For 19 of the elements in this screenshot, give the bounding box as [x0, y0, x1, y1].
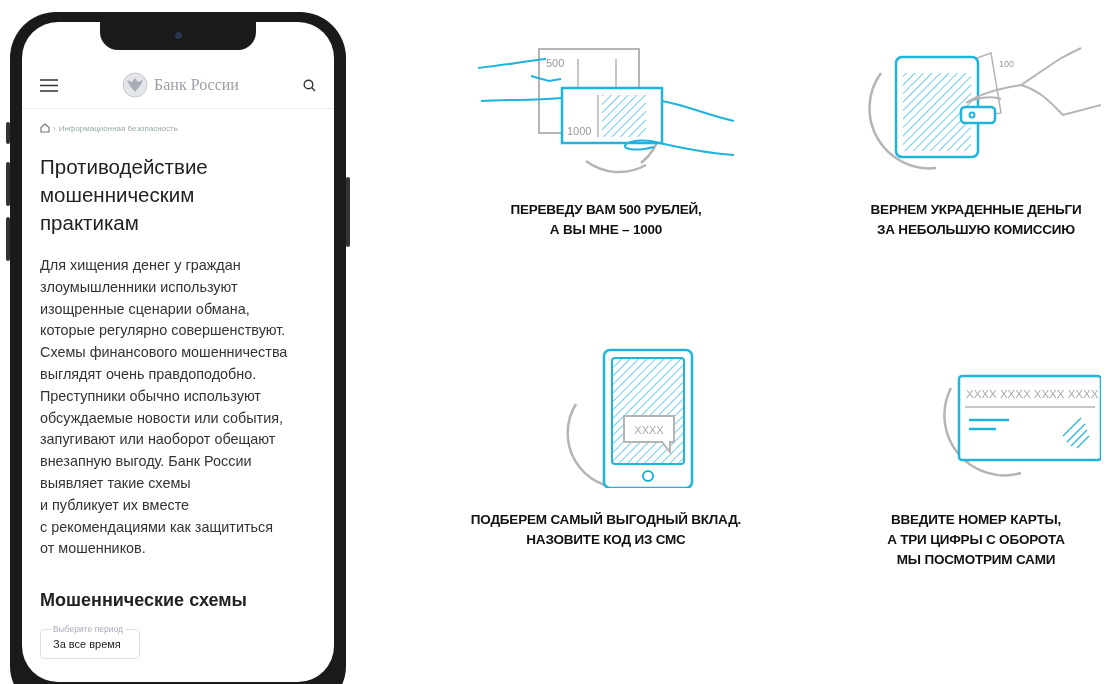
page-title: Противодействие мошенническим практикам: [40, 154, 209, 236]
scheme-caption: ВВЕДИТЕ НОМЕР КАРТЫ, А ТРИ ЦИФРЫ С ОБОРОТА МЫ ПОСМОТРИМ САМИ: [887, 511, 1065, 569]
section-title: Мошеннические схемы: [40, 590, 248, 612]
sms-code: XXXX: [634, 424, 664, 436]
logo-text: Банк России: [154, 76, 239, 94]
scheme-caption: ПЕРЕВЕДУ ВАМ 500 РУБЛЕЙ, А ВЫ МНЕ – 1000: [510, 201, 702, 239]
banknote-value: 100: [999, 59, 1015, 69]
scheme-caption: ПОДБЕРЕМ САМЫЙ ВЫГОДНЫЙ ВКЛАД. НАЗОВИТЕ КОД ИЗ СМС: [470, 511, 742, 549]
scheme-caption: ВЕРНЕМ УКРАДЕННЫЕ ДЕНЬГИ ЗА НЕБОЛЬШУЮ КОМИССИЮ: [870, 201, 1082, 239]
emblem-icon: [122, 72, 149, 98]
banknote-value: 500: [546, 57, 565, 69]
banknote-value: 1000: [567, 125, 592, 137]
menu-icon[interactable]: [40, 78, 58, 92]
search-icon[interactable]: [303, 78, 316, 92]
intro-paragraph: Для хищения денег у граждан злоумышленники используют изощренные сценарии обмана, которые регулярно совершенствуют. Схемы финансового мошенничества выглядят очень правдоподобно. Преступники обычно используют обсуждаемые новости или события, запугивают или наоборот обещают внезапную выгоду. Банк России выявляет такие схемы и публикует их вместе с рекомендациями как защититься от мошенников.: [40, 256, 289, 559]
card-number: XXXX XXXX XXXX XXXX: [966, 388, 1099, 400]
home-icon[interactable]: [40, 123, 50, 133]
breadcrumb-separator: ›: [53, 123, 56, 133]
camera-icon: [174, 31, 182, 39]
